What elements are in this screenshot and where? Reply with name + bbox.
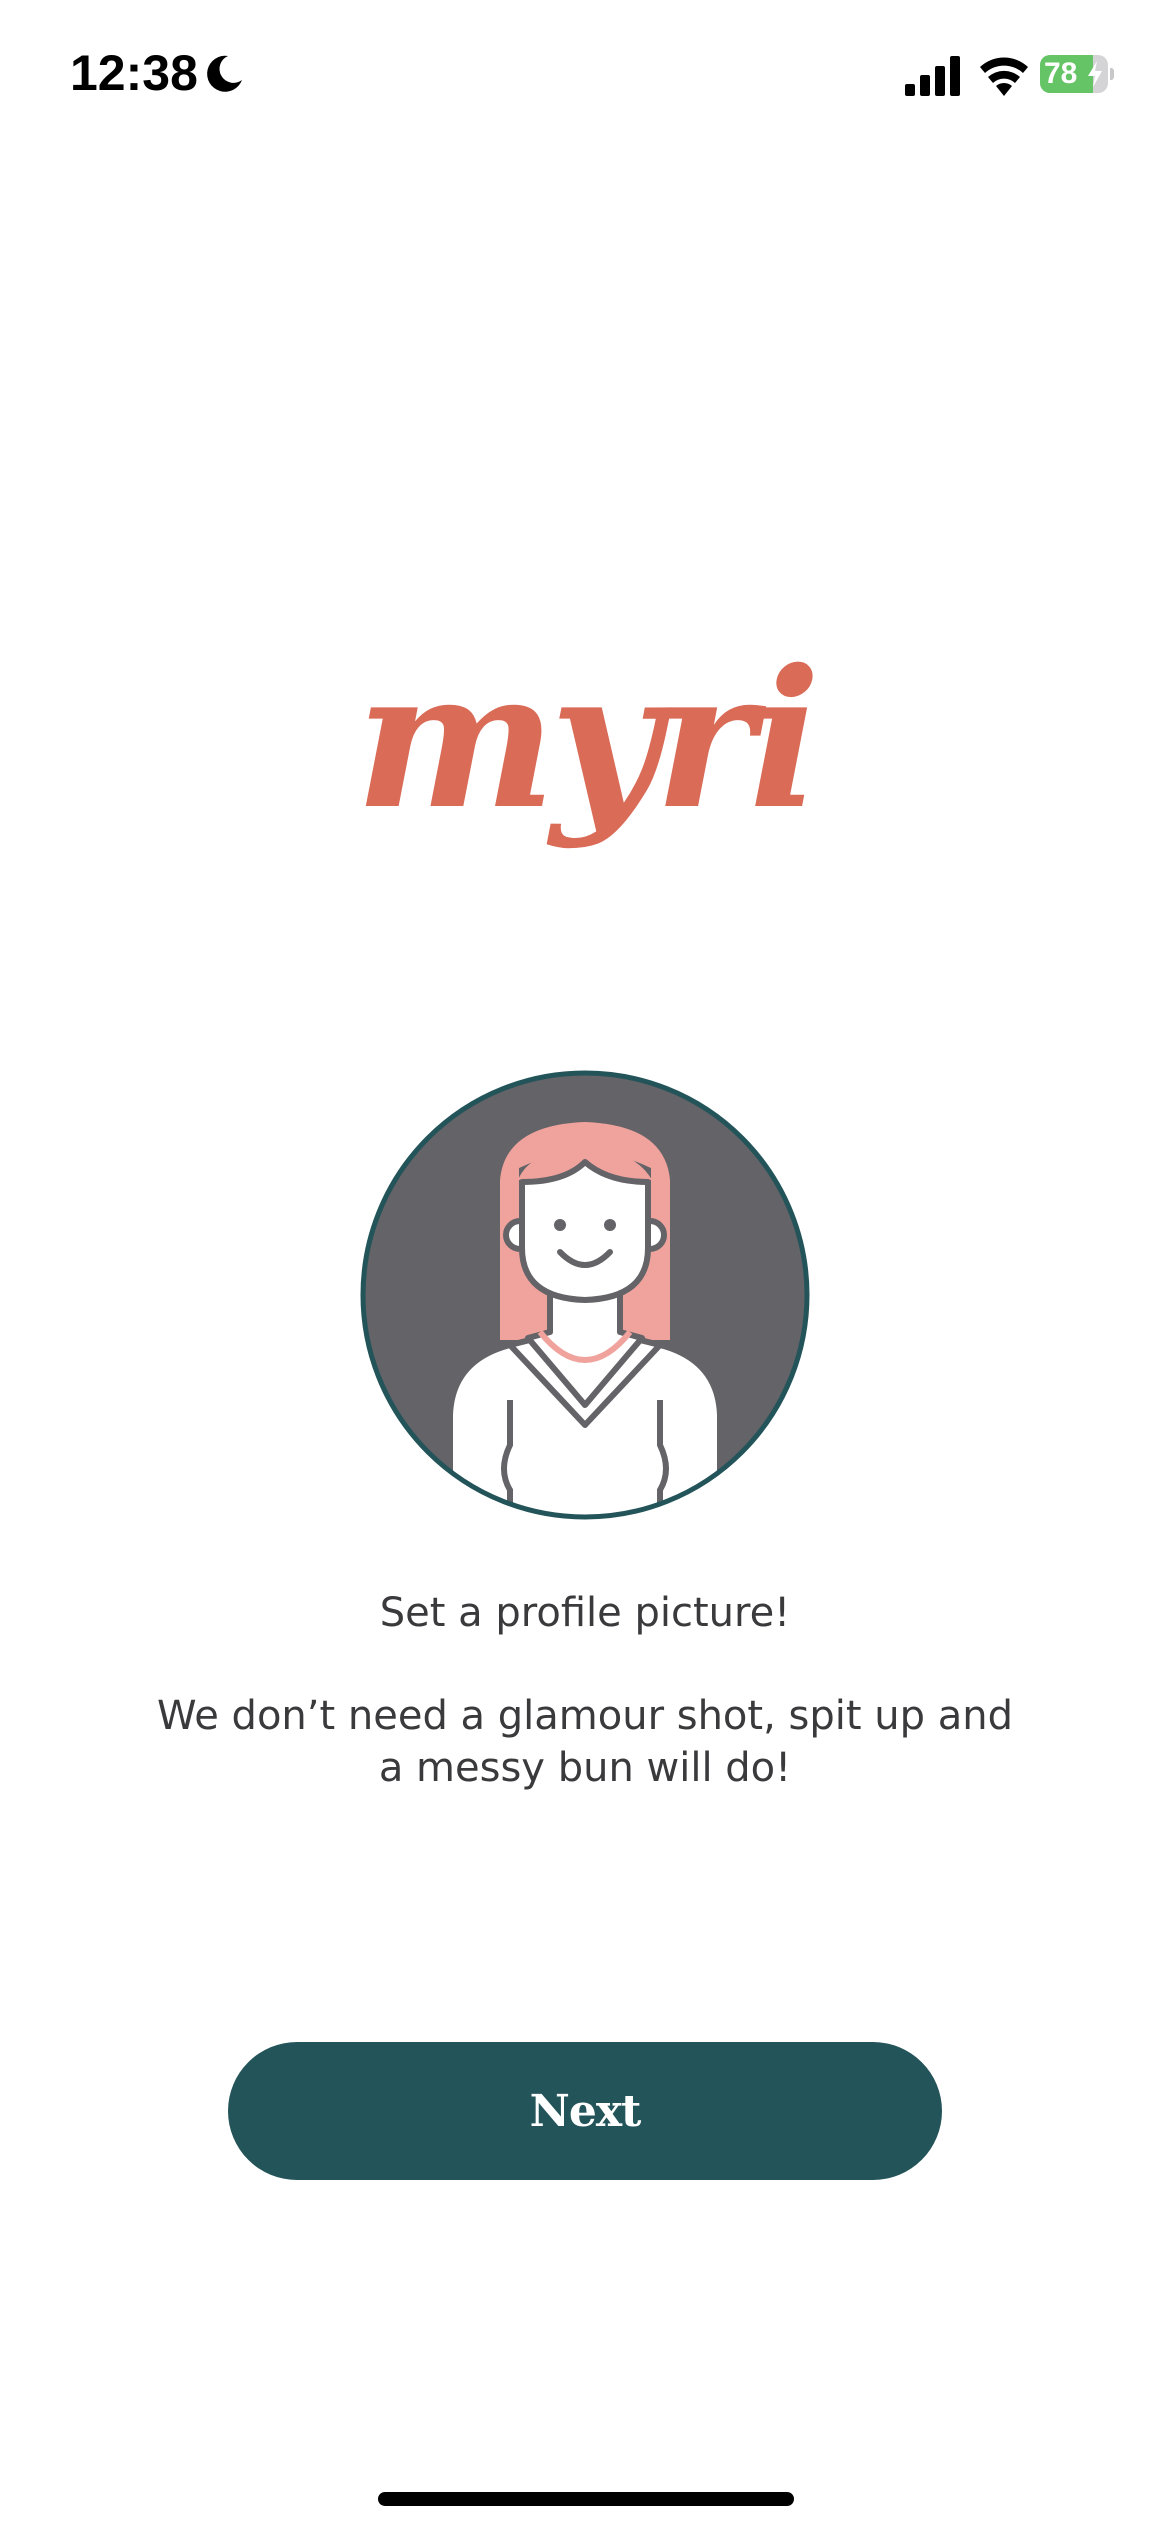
woman-avatar-icon[interactable]	[360, 1070, 810, 1520]
moon-icon	[207, 55, 242, 92]
app-logo: myri	[355, 628, 821, 851]
battery-icon: 78	[1040, 55, 1114, 93]
prompt-body: We don’t need a glamour shot, spit up an…	[157, 1693, 1013, 1791]
status-time: 12:38	[70, 45, 198, 101]
wifi-icon	[980, 57, 1028, 96]
battery-cap	[1110, 68, 1114, 80]
battery-level-text: 78	[1044, 57, 1078, 90]
status-bar: 12:38 78	[0, 0, 1170, 150]
signal-icon	[905, 56, 960, 96]
next-button[interactable]: Next	[228, 2042, 942, 2180]
battery-body: 78	[1040, 55, 1108, 93]
home-indicator[interactable]	[378, 2492, 794, 2506]
prompt-title: Set a profile picture!	[379, 1590, 791, 1636]
charging-bolt-icon	[1088, 61, 1102, 87]
